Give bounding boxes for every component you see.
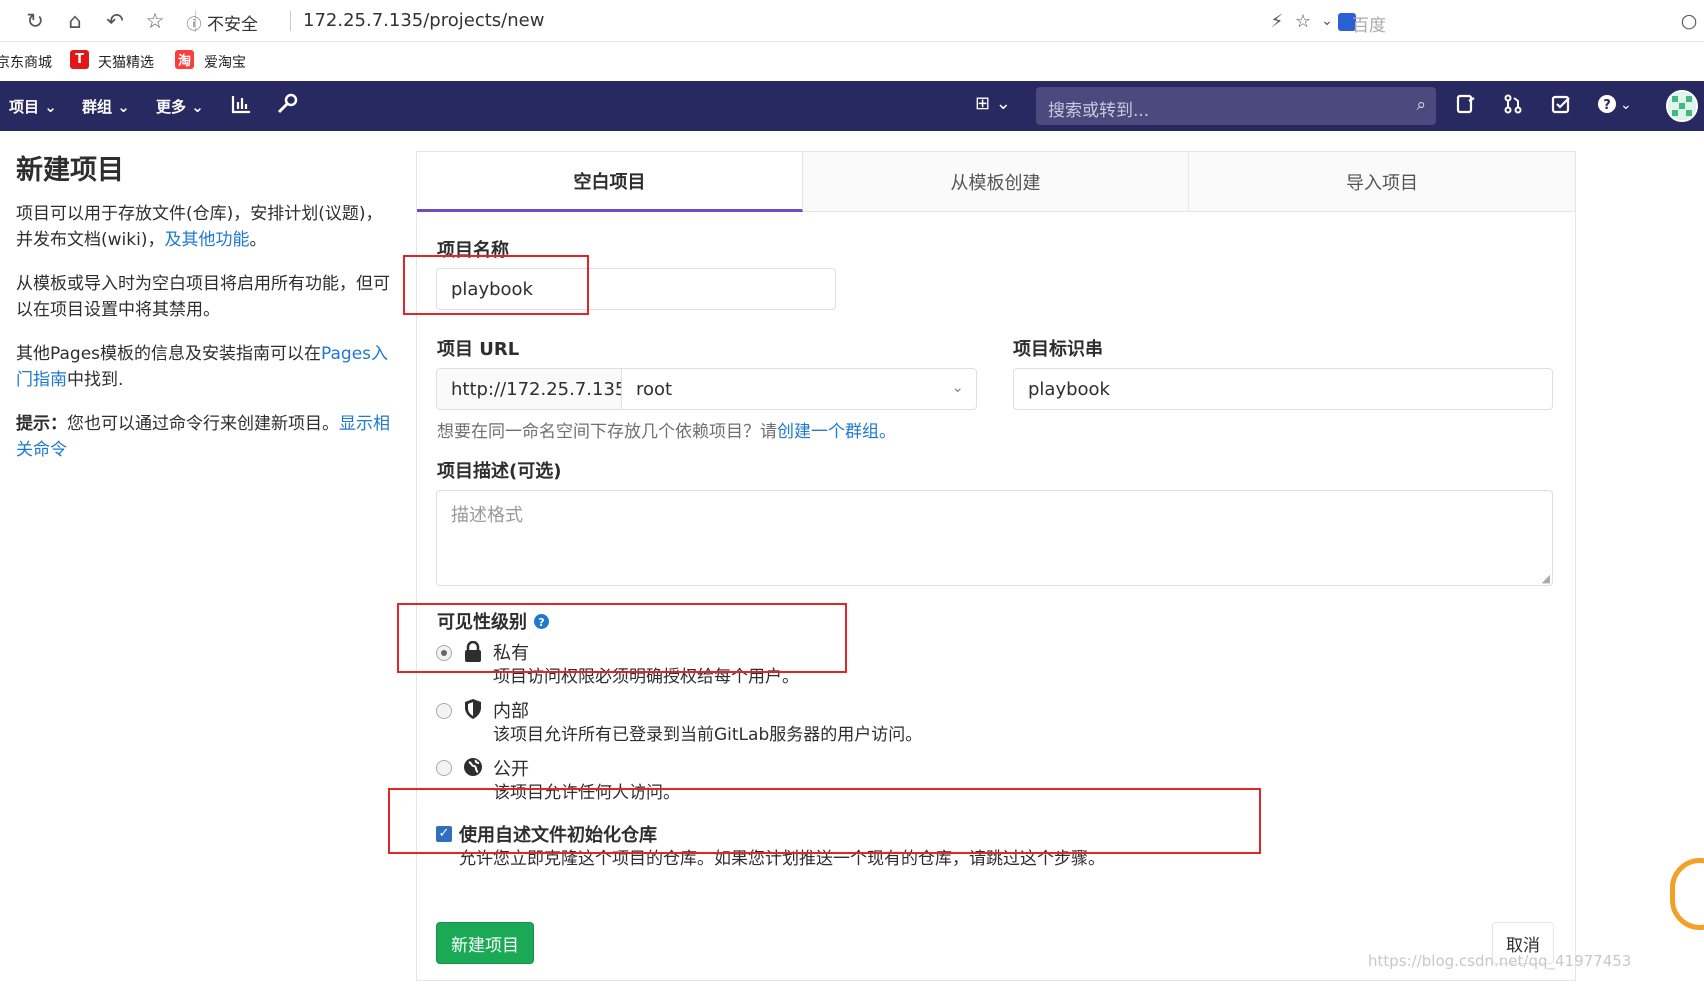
namespace-select[interactable]: root ⌄: [621, 368, 977, 410]
visibility-public-radio[interactable]: [436, 760, 452, 776]
reload-icon[interactable]: ↻: [20, 6, 50, 36]
issues-icon[interactable]: [1550, 93, 1572, 120]
nav-more[interactable]: 更多 ⌄: [156, 96, 204, 117]
merge-request-icon[interactable]: [1502, 93, 1524, 120]
namespace-hint: 想要在同一命名空间下存放几个依赖项目？请创建一个群组。: [437, 422, 896, 442]
chevron-down-icon: ⌄: [951, 378, 964, 396]
insecure-label[interactable]: 不安全: [207, 10, 258, 35]
info-icon[interactable]: ⓘ: [186, 8, 202, 38]
shield-icon: [465, 699, 481, 719]
help-icon[interactable]: ?: [1596, 93, 1618, 120]
watermark: https://blog.csdn.net/qq_41977453: [1368, 952, 1632, 970]
create-project-button[interactable]: 新建项目: [436, 922, 534, 964]
address-bar[interactable]: 172.25.7.135/projects/new: [303, 10, 544, 31]
resize-handle-icon[interactable]: ◢: [1542, 572, 1550, 585]
description-textarea[interactable]: 描述格式 ◢: [436, 490, 1553, 586]
nav-projects[interactable]: 项目 ⌄: [9, 96, 57, 117]
floating-widget[interactable]: [1670, 858, 1704, 930]
sidebar-tip: 提示：您也可以通过命令行来创建新项目。显示相关命令: [16, 414, 390, 460]
globe-icon: [464, 758, 482, 776]
sidebar-intro: 项目可以用于存放文件(仓库)，安排计划(议题)，并发布文档(wiki)，及其他功…: [16, 204, 383, 250]
sidebar-pages-note: 其他Pages模板的信息及安装指南可以在Pages入门指南中找到.: [16, 344, 389, 390]
other-features-link[interactable]: 及其他功能: [164, 230, 249, 250]
annotation-box-visibility: [397, 603, 847, 673]
search-icon[interactable]: ○: [1674, 6, 1704, 36]
search-icon: ⌕: [1416, 95, 1426, 115]
create-group-link[interactable]: 创建一个群组。: [777, 422, 896, 442]
taobao-icon: 淘: [175, 50, 194, 69]
description-placeholder: 描述格式: [451, 505, 523, 526]
todo-icon[interactable]: [1455, 93, 1477, 120]
search-placeholder: 搜索或转到...: [1048, 101, 1150, 121]
visibility-internal-radio[interactable]: [436, 703, 452, 719]
sidebar-template-note: 从模板或导入时为空白项目将启用所有功能，但可以在项目设置中将其禁用。: [16, 274, 390, 320]
bookmark-jd[interactable]: 京东商城: [0, 52, 52, 72]
bookmark-taobao[interactable]: 爱淘宝: [204, 52, 246, 72]
avatar[interactable]: [1666, 90, 1698, 122]
chevron-down-icon[interactable]: ⌄: [1620, 97, 1632, 113]
url-prefix: http://172.25.7.135/: [436, 368, 632, 410]
gitlab-navbar: 项目 ⌄ 群组 ⌄ 更多 ⌄ ⊞ ⌄ 搜索或转到... ⌕ ? ⌄: [0, 81, 1704, 131]
tmall-icon: T: [70, 50, 89, 69]
tab-import-project[interactable]: 导入项目: [1189, 152, 1575, 212]
project-slug-input[interactable]: playbook: [1013, 368, 1553, 410]
tab-from-template[interactable]: 从模板创建: [803, 152, 1189, 212]
annotation-box-readme: [388, 788, 1261, 854]
new-plus-icon[interactable]: ⊞ ⌄: [975, 93, 1011, 114]
sidebar: 新建项目 项目可以用于存放文件(仓库)，安排计划(议题)，并发布文档(wiki)…: [16, 148, 396, 481]
svg-text:?: ?: [1603, 98, 1611, 113]
project-tabs: 空白项目 从模板创建 导入项目: [417, 152, 1575, 212]
new-project-panel: 空白项目 从模板创建 导入项目 项目名称 playbook 项目 URL htt…: [416, 151, 1576, 981]
search-input[interactable]: 搜索或转到... ⌕: [1036, 87, 1436, 125]
undo-icon[interactable]: ↶: [100, 6, 130, 36]
project-slug-label: 项目标识串: [1013, 339, 1103, 360]
bookmark-tmall[interactable]: 天猫精选: [98, 52, 154, 72]
description-label: 项目描述(可选): [437, 461, 562, 482]
page-title: 新建项目: [16, 155, 124, 186]
activity-chart-icon[interactable]: [230, 93, 252, 120]
home-icon[interactable]: ⌂: [60, 6, 90, 36]
tab-blank-project[interactable]: 空白项目: [417, 152, 803, 212]
browser-toolbar: ↻ ⌂ ↶ ☆ ⓘ 不安全 172.25.7.135/projects/new …: [0, 0, 1704, 42]
star-icon[interactable]: ☆: [140, 6, 170, 36]
nav-groups[interactable]: 群组 ⌄: [82, 96, 130, 117]
visibility-internal-desc: 该项目允许所有已登录到当前GitLab服务器的用户访问。: [493, 725, 923, 745]
namespace-value: root: [636, 378, 673, 400]
bookmarks-bar: 京东商城 T 天猫精选 淘 爱淘宝: [0, 44, 1704, 76]
wrench-icon[interactable]: [276, 93, 298, 120]
annotation-box-name: [403, 255, 589, 315]
search-engine-box[interactable]: 百度: [1352, 11, 1386, 36]
divider: [290, 11, 291, 31]
project-url-label: 项目 URL: [437, 339, 520, 360]
